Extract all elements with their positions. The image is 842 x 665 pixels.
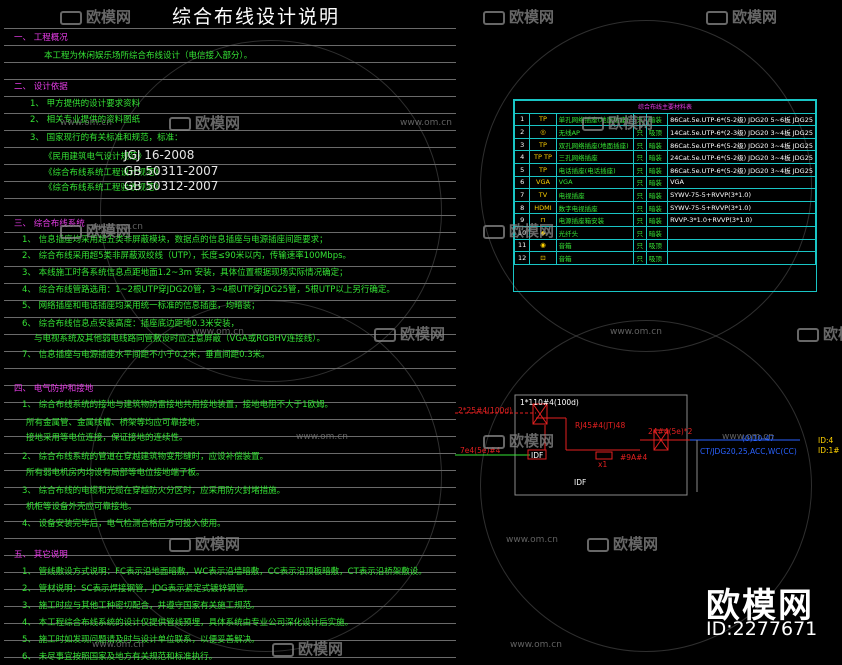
sofa-logo-icon: [374, 327, 396, 342]
sofa-logo-icon: [272, 642, 294, 657]
diagram-label: CT/JDG20,25,ACC,WC(CC): [700, 447, 797, 456]
watermark: 欧模网: [797, 323, 842, 344]
watermark-url: www.om.cn: [92, 640, 144, 650]
diagram-label: RJ45#4(JT)48: [575, 421, 626, 430]
watermark-text: 欧模网: [400, 325, 446, 343]
sofa-logo-icon: [483, 10, 505, 25]
diagram-label: x1: [598, 460, 608, 469]
model-id: ID:2277671: [706, 618, 818, 640]
watermark: 欧模网: [169, 112, 240, 133]
sofa-logo-icon: [60, 224, 82, 239]
watermark-url: www.om.cn: [192, 327, 244, 337]
diagram-label: IDF: [531, 451, 544, 460]
watermark: 欧模网: [60, 6, 131, 27]
watermark-text: 欧模网: [298, 640, 344, 658]
watermark-url: www.om.cn: [296, 432, 348, 442]
sofa-logo-icon: [706, 10, 728, 25]
watermark-url: www.om.cn: [610, 327, 662, 337]
watermark-text: 欧模网: [732, 8, 778, 26]
switch-icon: [595, 451, 613, 460]
watermark-url: www.om.cn: [60, 118, 112, 128]
watermark-text: 欧模网: [195, 114, 241, 132]
diagram-label: ID:1#: [818, 446, 840, 455]
diagram-label: #9A#4: [620, 453, 648, 462]
watermark: 欧模网: [587, 533, 658, 554]
watermark-url: www.om.cn: [506, 535, 558, 545]
watermark: 欧模网: [582, 112, 653, 133]
watermark: 欧模网: [706, 6, 777, 27]
watermark: 欧模网: [483, 430, 554, 451]
sofa-logo-icon: [483, 224, 505, 239]
sofa-logo-icon: [169, 116, 191, 131]
diagram-label: 1*110#4(100d): [520, 398, 579, 407]
sofa-logo-icon: [60, 10, 82, 25]
cad-viewport: 综合布线设计说明 一、 工程概况 本工程为休闲娱乐场所综合布线设计（电信接入部分…: [0, 0, 842, 665]
diagram-label: 2*25#4(100d): [458, 406, 513, 415]
watermark-url: www.om.cn: [400, 118, 452, 128]
watermark-text: 欧模网: [509, 432, 555, 450]
watermark: 欧模网: [483, 6, 554, 27]
diagram-label: IDF: [574, 478, 587, 487]
watermark: 欧模网: [483, 220, 554, 241]
watermark: 欧模网: [169, 533, 240, 554]
sofa-logo-icon: [483, 434, 505, 449]
watermark-text: 欧模网: [509, 8, 555, 26]
watermark-text: 欧模网: [195, 535, 241, 553]
sofa-logo-icon: [582, 116, 604, 131]
watermark-url: www.om.cn: [510, 640, 562, 650]
diagram-label: 24#4(5e)*2: [648, 427, 693, 436]
diagram-label: ID:4: [818, 436, 834, 445]
watermark-text: 欧模网: [823, 325, 842, 343]
watermark: 欧模网: [374, 323, 445, 344]
watermark: 欧模网: [272, 638, 343, 659]
watermark-url: www.om.cn: [722, 432, 774, 442]
watermark-url: www.om.cn: [91, 222, 143, 232]
sofa-logo-icon: [169, 537, 191, 552]
sofa-logo-icon: [587, 537, 609, 552]
watermark-text: 欧模网: [613, 535, 659, 553]
watermark-text: 欧模网: [86, 8, 132, 26]
watermark-text: 欧模网: [608, 114, 654, 132]
sofa-logo-icon: [797, 327, 819, 342]
watermark-text: 欧模网: [509, 222, 555, 240]
